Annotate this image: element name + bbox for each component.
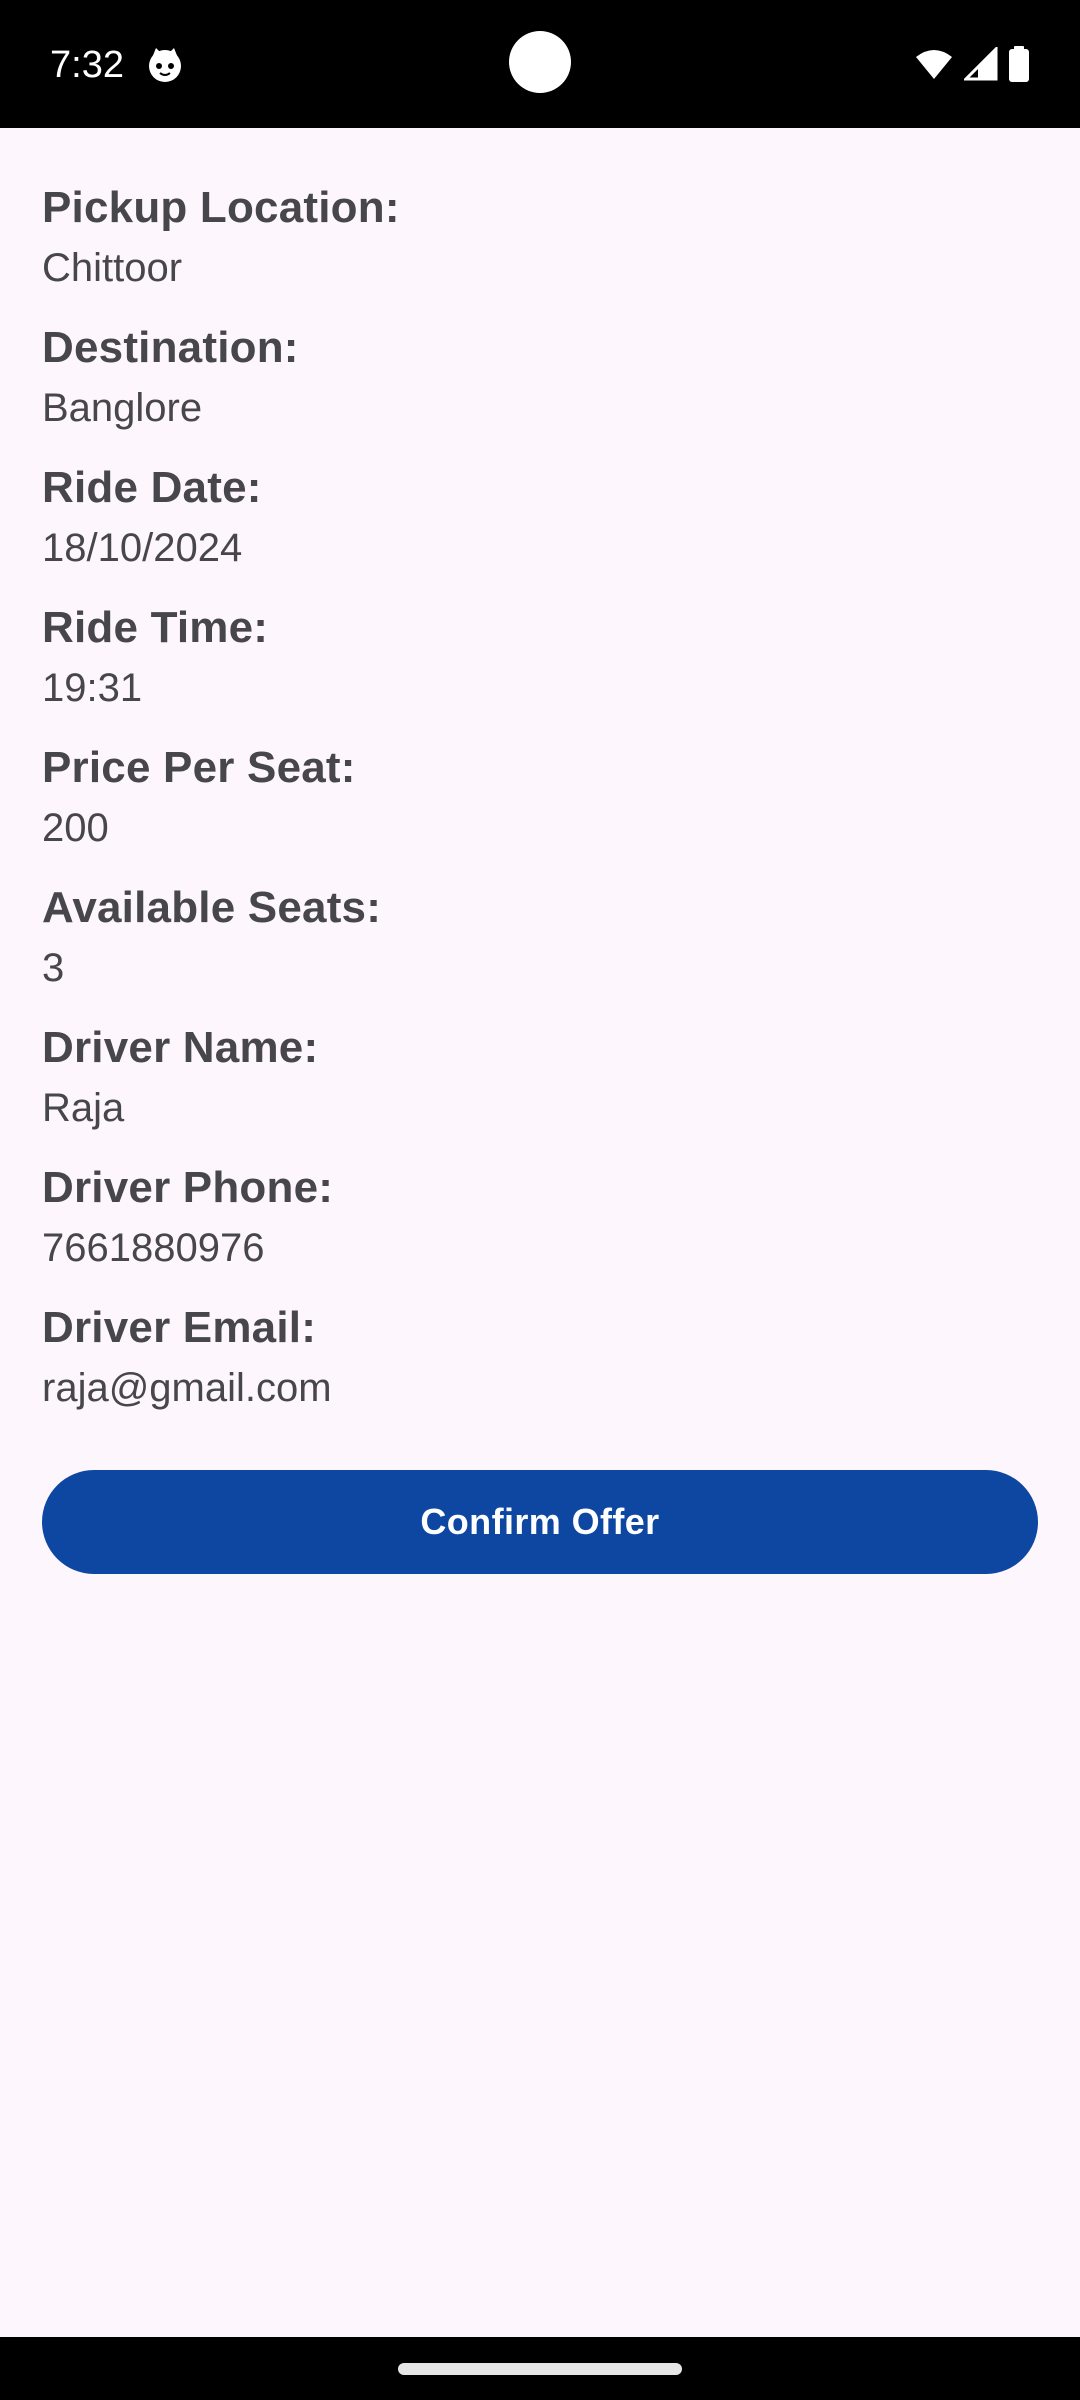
driver-email-field: Driver Email: raja@gmail.com	[42, 1298, 1038, 1418]
wifi-icon	[914, 47, 954, 81]
driver-name-field: Driver Name: Raja	[42, 1018, 1038, 1138]
battery-icon	[1008, 46, 1030, 82]
field-value: 7661880976	[42, 1226, 265, 1270]
driver-phone-field: Driver Phone: 7661880976	[42, 1158, 1038, 1278]
ride-details: Pickup Location: Chittoor Destination: B…	[0, 128, 1080, 1438]
field-value: Banglore	[42, 386, 203, 430]
camera-cutout	[509, 31, 571, 93]
navigation-bar	[0, 2337, 1080, 2400]
field-value: 18/10/2024	[42, 526, 243, 570]
pickup-location-field: Pickup Location: Chittoor	[42, 178, 1038, 298]
home-indicator[interactable]	[398, 2363, 682, 2375]
ride-details-screen: 7:32 Pickup Location: Chittoor Destinati…	[0, 0, 1080, 2400]
confirm-offer-button[interactable]: Confirm Offer	[42, 1470, 1038, 1574]
field-value: raja@gmail.com	[42, 1366, 332, 1410]
price-per-seat-field: Price Per Seat: 200	[42, 738, 1038, 858]
ride-date-field: Ride Date: 18/10/2024	[42, 458, 1038, 578]
status-icons	[914, 44, 1030, 84]
destination-field: Destination: Banglore	[42, 318, 1038, 438]
cat-face-icon	[146, 46, 184, 84]
cell-signal-icon	[964, 47, 998, 81]
field-label: Pickup Location:	[42, 183, 400, 232]
field-label: Ride Time:	[42, 603, 269, 652]
field-value: 3	[42, 946, 65, 990]
field-label: Driver Email:	[42, 1303, 317, 1352]
field-label: Available Seats:	[42, 883, 382, 932]
field-label: Driver Phone:	[42, 1163, 334, 1212]
field-value: Raja	[42, 1086, 125, 1130]
ride-time-field: Ride Time: 19:31	[42, 598, 1038, 718]
field-label: Destination:	[42, 323, 299, 372]
field-value: Chittoor	[42, 246, 183, 290]
status-bar: 7:32	[0, 0, 1080, 128]
status-time: 7:32	[50, 44, 124, 86]
available-seats-field: Available Seats: 3	[42, 878, 1038, 998]
field-label: Driver Name:	[42, 1023, 319, 1072]
field-label: Price Per Seat:	[42, 743, 356, 792]
field-value: 200	[42, 806, 109, 850]
field-label: Ride Date:	[42, 463, 262, 512]
field-value: 19:31	[42, 666, 143, 710]
